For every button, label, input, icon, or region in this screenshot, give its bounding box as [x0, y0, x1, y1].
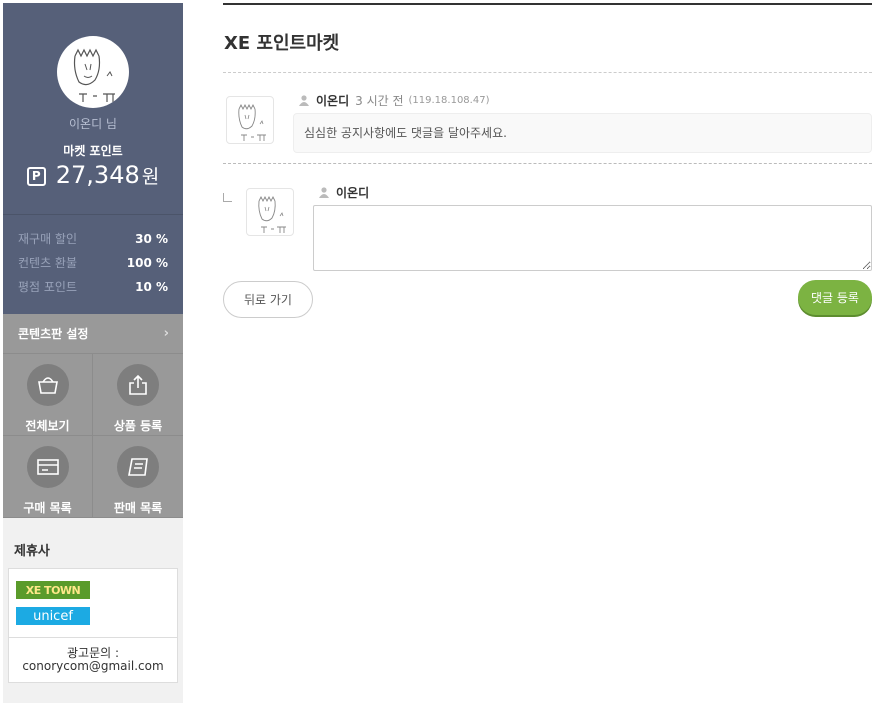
comment-bubble: 심심한 공지사항에도 댓글을 달아주세요. [293, 113, 872, 153]
chevron-right-icon: › [163, 326, 169, 341]
stat-row: 컨텐츠 환불 100 % [18, 255, 168, 279]
partners-title: 제휴사 [14, 544, 50, 559]
partners-section: 제휴사 XE TOWN unicef 광고문의 : conorycom@gmai… [3, 518, 183, 683]
content-settings-link[interactable]: 콘텐츠판 설정 › [3, 314, 183, 354]
menu-purchase-list[interactable]: 구매 목록 [3, 436, 93, 518]
point-badge-icon: P [26, 167, 46, 186]
point-title: 마켓 포인트 [63, 144, 123, 158]
stat-label: 컨텐츠 환불 [18, 256, 78, 270]
menu-purchase-list-label: 구매 목록 [23, 501, 72, 515]
reply-avatar[interactable] [246, 188, 294, 236]
back-button[interactable]: 뒤로 가기 [223, 281, 313, 318]
reply-indent-icon [223, 193, 232, 202]
stats-list: 재구매 할인 30 % 컨텐츠 환불 100 % 평점 포인트 10 % [18, 231, 168, 303]
user-icon [299, 95, 309, 106]
comment-author[interactable]: 이온디 [316, 92, 349, 109]
comment-meta: 이온디 3 시간 전 (119.18.108.47) [299, 92, 489, 109]
stat-row: 평점 포인트 10 % [18, 279, 168, 303]
avatar[interactable] [57, 36, 129, 108]
sidebar: 이온디 님 마켓 포인트 P 27,348 원 재구매 할인 30 % 컨텐츠 … [3, 3, 183, 703]
reply-divider [223, 163, 872, 164]
comment-avatar[interactable] [226, 96, 274, 144]
partner-banners: XE TOWN unicef [9, 569, 177, 638]
menu-sales-list-label: 판매 목록 [113, 501, 163, 515]
avatar-doodle-icon [73, 48, 115, 102]
avatar-doodle-icon [238, 103, 266, 141]
profile-divider [3, 214, 183, 215]
avatar-doodle-icon [258, 195, 286, 233]
top-divider [223, 3, 872, 5]
stat-value: 30 % [135, 232, 168, 246]
comment-divider [223, 72, 872, 73]
xe-town-banner[interactable]: XE TOWN [16, 581, 90, 599]
unicef-banner[interactable]: unicef [16, 607, 90, 625]
document-icon [117, 446, 159, 488]
point-row: P 27,348 원 [3, 161, 183, 189]
stat-label: 평점 포인트 [18, 280, 78, 294]
reply-textarea[interactable] [313, 205, 872, 271]
card-icon [26, 446, 69, 488]
menu-view-all-label: 전체보기 [25, 419, 70, 433]
content-settings-label: 콘텐츠판 설정 [18, 327, 89, 341]
reply-meta: 이온디 [319, 184, 369, 201]
partners-box: XE TOWN unicef 광고문의 : conorycom@gmail.co… [8, 568, 178, 683]
menu-view-all[interactable]: 전체보기 [3, 354, 93, 436]
stat-value: 100 % [126, 256, 168, 270]
page-title[interactable]: XE 포인트마켓 [224, 29, 339, 55]
upload-icon [117, 364, 159, 406]
reply-author: 이온디 [336, 186, 370, 200]
profile-nickname: 이온디 님 [69, 117, 117, 131]
ad-contact: 광고문의 : conorycom@gmail.com [9, 638, 177, 682]
stat-value: 10 % [135, 280, 168, 294]
comment-ip: (119.18.108.47) [408, 95, 490, 106]
menu-sales-list[interactable]: 판매 목록 [93, 436, 183, 518]
point-unit: 원 [141, 166, 160, 188]
stat-label: 재구매 할인 [18, 232, 78, 246]
menu-grid: 전체보기 상품 등록 구매 목록 판매 목록 [3, 354, 183, 518]
point-value: 27,348 [55, 161, 140, 189]
menu-register-product[interactable]: 상품 등록 [93, 354, 183, 436]
user-icon [319, 187, 329, 198]
comment-text: 심심한 공지사항에도 댓글을 달아주세요. [304, 126, 507, 140]
ad-contact-email[interactable]: conorycom@gmail.com [9, 660, 177, 673]
profile-panel: 이온디 님 마켓 포인트 P 27,348 원 재구매 할인 30 % 컨텐츠 … [3, 3, 183, 314]
comment-time: 3 시간 전 [355, 94, 404, 108]
menu-register-product-label: 상품 등록 [113, 419, 163, 433]
stat-row: 재구매 할인 30 % [18, 231, 168, 255]
basket-icon [26, 364, 69, 406]
submit-comment-button[interactable]: 댓글 등록 [798, 280, 872, 315]
